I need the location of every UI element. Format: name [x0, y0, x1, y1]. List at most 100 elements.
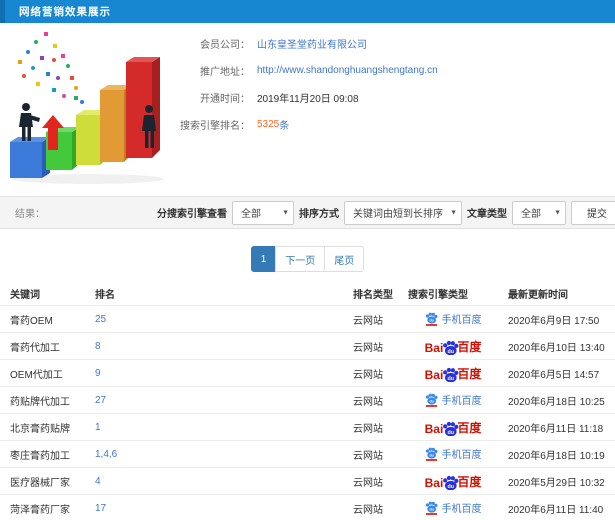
updated-cell: 2020年6月18日 10:25 — [508, 396, 605, 408]
engine-cell: Bai du 百度 — [408, 365, 498, 382]
svg-text:du: du — [448, 348, 454, 354]
svg-text:du: du — [448, 483, 454, 489]
engine-filter-label: 分搜索引擎查看 — [157, 209, 227, 220]
open-time-value: 2019年11月20日 09:08 — [257, 94, 359, 105]
updated-cell: 2020年6月10日 13:40 — [508, 342, 605, 354]
rank-count-value: 5325 — [257, 119, 280, 130]
rank-link[interactable]: 27 — [85, 395, 343, 406]
last-page-button[interactable]: 尾页 — [324, 246, 365, 272]
header-rank-type: 排名类型 — [353, 290, 393, 301]
table-row: OEM代加工 9 云网站 Bai du 百度 2020年6月5日 14:57 — [0, 359, 615, 386]
rank-type-cell: 云网站 — [353, 342, 383, 354]
result-label: 结果： — [15, 209, 45, 220]
header-keyword: 关键词 — [10, 290, 40, 301]
keyword-cell: 药贴牌代加工 — [10, 396, 70, 408]
engine-cell: du 手机百度 — [408, 500, 498, 517]
table-row: 药贴牌代加工 27 云网站 du 手机百度 2020年6月18日 10:25 — [0, 386, 615, 413]
rank-type-cell: 云网站 — [353, 477, 383, 489]
rank-link[interactable]: 1 — [85, 422, 343, 433]
mobile-baidu-logo: du 手机百度 — [425, 392, 482, 408]
sort-label: 排序方式 — [299, 209, 339, 220]
rank-type-cell: 云网站 — [353, 369, 383, 381]
rank-link[interactable]: 8 — [85, 341, 343, 352]
rank-link[interactable]: 25 — [85, 314, 343, 325]
engine-cell: Bai du 百度 — [408, 338, 498, 355]
engine-cell: Bai du 百度 — [408, 419, 498, 436]
header-engine-type: 搜索引擎类型 — [408, 290, 468, 301]
baidu-logo: Bai du 百度 — [425, 338, 481, 355]
baidu-cn-text: 百度 — [457, 366, 482, 381]
filter-controls: 分搜索引擎查看 全部 ▼ 排序方式 关键词由短到长排序 ▼ 文章类型 全部 ▼ … — [157, 200, 615, 225]
svg-text:du: du — [429, 319, 433, 323]
updated-cell: 2020年6月9日 17:50 — [508, 315, 600, 327]
svg-text:du: du — [429, 508, 433, 512]
table-row: 膏药OEM 25 云网站 du 手机百度 2020年6月9日 17:50 — [0, 305, 615, 332]
article-type-label: 文章类型 — [467, 209, 507, 220]
mobile-baidu-logo: du 手机百度 — [425, 500, 482, 516]
engine-filter-select[interactable]: 全部 ▼ — [232, 200, 294, 225]
svg-text:du: du — [429, 400, 433, 404]
rank-type-cell: 云网站 — [353, 504, 383, 516]
engine-cell: du 手机百度 — [408, 311, 498, 328]
rank-type-cell: 云网站 — [353, 423, 383, 435]
table-row: 菏泽膏药厂家 17 云网站 du 手机百度 2020年6月11日 11:40 — [0, 494, 615, 520]
baidu-bai-text: Bai — [424, 421, 444, 436]
rank-type-cell: 云网站 — [353, 396, 383, 408]
mobile-baidu-label: 手机百度 — [441, 395, 482, 407]
keyword-cell: 膏药OEM — [10, 315, 53, 327]
svg-text:du: du — [448, 375, 454, 381]
baidu-cn-text: 百度 — [457, 420, 482, 435]
company-label: 会员公司： — [200, 40, 250, 51]
svg-text:du: du — [429, 454, 433, 458]
baidu-paw-icon: du — [425, 312, 438, 327]
updated-cell: 2020年5月29日 10:32 — [508, 477, 605, 489]
page-1-button[interactable]: 1 — [250, 246, 277, 272]
updated-cell: 2020年6月5日 14:57 — [508, 369, 600, 381]
info-row-open-time: 开通时间： 2019年11月20日 09:08 — [178, 84, 610, 111]
baidu-cn-text: 百度 — [457, 474, 482, 489]
rank-link[interactable]: 1,4,6 — [85, 449, 343, 460]
info-row-url: 推广地址： http://www.shandonghuangshengtang.… — [178, 57, 610, 84]
rank-count-label: 搜索引擎排名： — [180, 121, 250, 132]
submit-button[interactable]: 提交 — [571, 200, 615, 225]
keyword-cell: 医疗器械厂家 — [10, 477, 70, 489]
keyword-rank-table: 关键词 排名 排名类型 搜索引擎类型 最新更新时间 膏药OEM 25 云网站 d… — [0, 282, 615, 520]
table-body: 膏药OEM 25 云网站 du 手机百度 2020年6月9日 17:50 膏药代… — [0, 305, 615, 520]
baidu-logo: Bai du 百度 — [425, 473, 482, 490]
article-type-value: 全部 — [521, 209, 541, 220]
updated-cell: 2020年6月11日 11:18 — [508, 423, 604, 435]
page-title: 网络营销效果展示 — [19, 6, 111, 18]
baidu-paw-icon: du — [425, 447, 438, 462]
filter-bar: 结果： 分搜索引擎查看 全部 ▼ 排序方式 关键词由短到长排序 ▼ 文章类型 全… — [0, 196, 615, 229]
baidu-paw-icon: du — [425, 501, 438, 516]
marketing-report-page: 网络营销效果展示 会员公司： 山东皇圣堂药业有限公司 推广地址： http://… — [0, 0, 615, 520]
baidu-logo: Bai du 百度 — [424, 419, 482, 436]
promo-url-link[interactable]: http://www.shandonghuangshengtang.cn — [257, 65, 438, 76]
rank-type-cell: 云网站 — [353, 450, 383, 462]
confetti-dots — [18, 32, 84, 104]
engine-cell: du 手机百度 — [408, 392, 498, 409]
next-page-button[interactable]: 下一页 — [275, 246, 326, 272]
mobile-baidu-logo: du 手机百度 — [425, 311, 482, 327]
baidu-paw-icon: du — [425, 393, 438, 408]
chevron-down-icon: ▼ — [282, 209, 289, 216]
sort-select[interactable]: 关键词由短到长排序 ▼ — [344, 200, 462, 225]
rank-count-unit: 条 — [279, 121, 290, 132]
sort-value: 关键词由短到长排序 — [353, 209, 443, 220]
engine-cell: du 手机百度 — [408, 446, 498, 463]
rank-link[interactable]: 4 — [85, 476, 343, 487]
businessman-left — [19, 103, 40, 141]
rank-link[interactable]: 17 — [85, 503, 343, 514]
mobile-baidu-label: 手机百度 — [441, 449, 482, 461]
mobile-baidu-logo: du 手机百度 — [425, 446, 482, 462]
info-row-rank-count: 搜索引擎排名： 5325 条 — [178, 111, 610, 138]
company-link[interactable]: 山东皇圣堂药业有限公司 — [257, 36, 367, 51]
rank-type-cell: 云网站 — [353, 315, 383, 327]
keyword-cell: 膏药代加工 — [10, 342, 60, 354]
growth-chart-illustration — [6, 30, 178, 186]
promo-url-label: 推广地址： — [200, 67, 250, 78]
table-row: 枣庄膏药加工 1,4,6 云网站 du 手机百度 2020年6月18日 10:1… — [0, 440, 615, 467]
rank-link[interactable]: 9 — [85, 368, 343, 379]
article-type-select[interactable]: 全部 ▼ — [512, 200, 566, 225]
info-row-company: 会员公司： 山东皇圣堂药业有限公司 — [178, 30, 610, 57]
